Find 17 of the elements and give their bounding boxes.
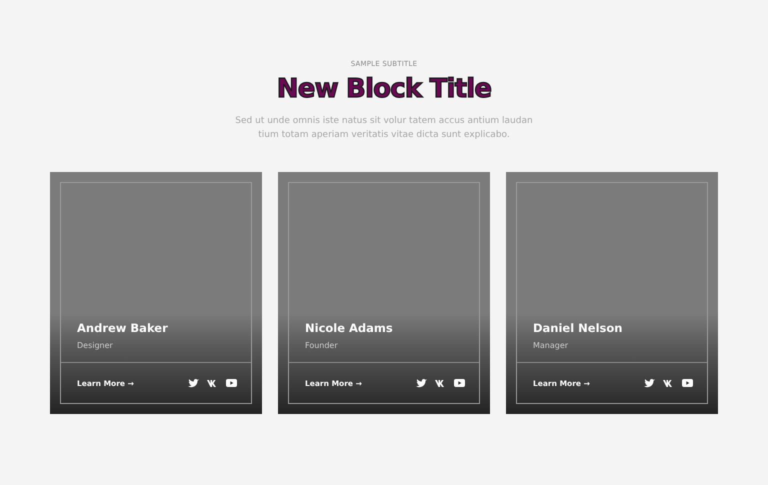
bird-icon[interactable]	[644, 378, 655, 388]
vk-icon[interactable]	[435, 380, 446, 386]
play-icon[interactable]	[454, 379, 465, 387]
play-icon[interactable]	[682, 379, 693, 387]
member-name: Nicole Adams	[305, 321, 394, 335]
member-name: Daniel Nelson	[533, 321, 624, 335]
member-role: Founder	[305, 341, 339, 350]
section-title: New Block Title	[276, 74, 492, 104]
bird-icon[interactable]	[188, 378, 199, 388]
play-icon[interactable]	[226, 379, 237, 387]
bird-icon[interactable]	[416, 378, 427, 388]
member-name: Andrew Baker	[77, 321, 169, 335]
section-description: Sed ut unde omnis iste natus sit volur tatem accus antium laudan tium totam aperiam veritatis vitae dicta sunt explicabo.	[234, 115, 534, 142]
member-role: Designer	[77, 341, 114, 350]
vk-icon[interactable]	[663, 380, 674, 386]
member-role: Manager	[533, 341, 570, 350]
vk-icon[interactable]	[207, 380, 218, 386]
